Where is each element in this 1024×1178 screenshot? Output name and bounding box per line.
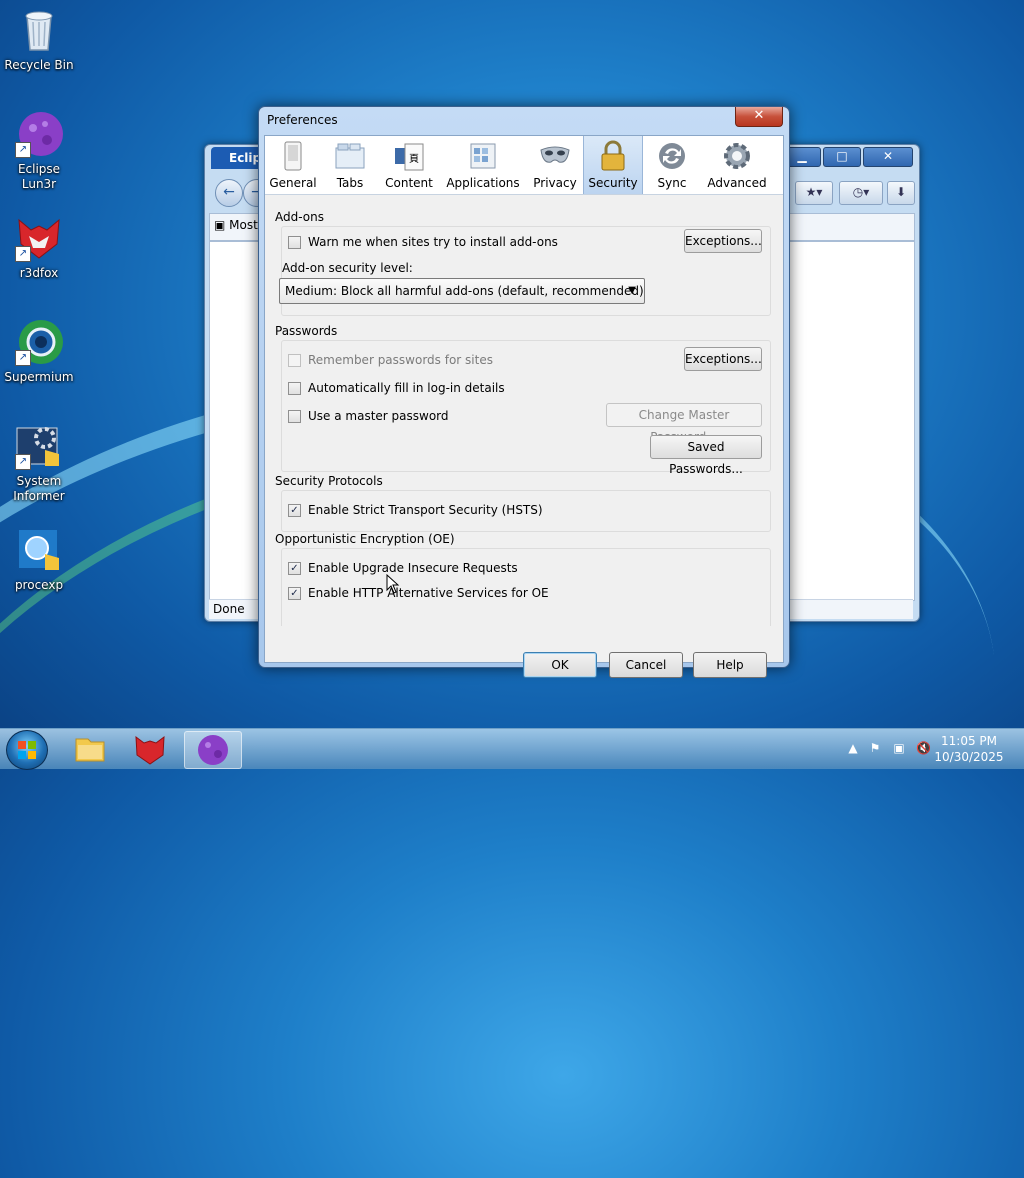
hsts-checkbox[interactable]: ✓ <box>288 503 301 517</box>
change-master-password-button[interactable]: Change Master Password... <box>606 403 762 444</box>
desktop-icon-r3dfox[interactable]: ↗ r3dfox <box>0 214 78 281</box>
desktop-icon-procexp[interactable]: procexp <box>0 526 78 593</box>
tab-advanced[interactable]: Advanced <box>701 136 773 194</box>
close-button[interactable]: ✕ <box>863 147 913 167</box>
browser-window-controls: ▁ □ ✕ <box>781 147 913 167</box>
content-icon: 頁 <box>393 140 425 172</box>
sync-icon <box>656 140 688 172</box>
desktop-icon-system-informer[interactable]: ↗ System Informer <box>0 422 78 504</box>
warn-addons-checkbox[interactable] <box>288 235 301 249</box>
procexp-icon <box>15 526 63 574</box>
addons-heading: Add-ons <box>275 210 324 224</box>
security-protocols-heading: Security Protocols <box>275 474 383 488</box>
supermium-icon: ↗ <box>15 318 63 366</box>
addons-exceptions-button[interactable]: Exceptions... <box>684 229 762 253</box>
http-alt-services-checkbox[interactable]: ✓ <box>288 586 301 600</box>
shortcut-arrow-icon: ↗ <box>15 350 31 366</box>
saved-passwords-button[interactable]: Saved Passwords... <box>650 435 762 476</box>
master-password-checkbox[interactable] <box>288 409 301 423</box>
svg-text:頁: 頁 <box>409 153 419 165</box>
upgrade-insecure-row[interactable]: ✓ Enable Upgrade Insecure Requests <box>288 561 518 575</box>
http-alt-services-row[interactable]: ✓ Enable HTTP Alternative Services for O… <box>288 586 549 600</box>
general-icon <box>277 140 309 172</box>
taskbar-r3dfox[interactable] <box>122 731 178 767</box>
download-arrow-icon[interactable]: ⬇ <box>887 181 915 205</box>
close-icon: ✕ <box>753 108 765 123</box>
desktop-icon-supermium[interactable]: ↗ Supermium <box>0 318 78 385</box>
tab-general[interactable]: General <box>265 136 321 194</box>
network-icon[interactable]: ▣ <box>892 741 906 755</box>
status-text: Done <box>213 602 245 616</box>
start-button[interactable] <box>6 730 48 770</box>
desktop-icon-recycle-bin[interactable]: Recycle Bin <box>0 6 78 73</box>
privacy-mask-icon <box>539 140 571 172</box>
ok-button[interactable]: OK <box>523 652 597 678</box>
dialog-close-button[interactable]: ✕ <box>735 107 783 127</box>
remember-passwords-checkbox[interactable] <box>288 353 301 367</box>
tab-tabs[interactable]: Tabs <box>321 136 379 194</box>
shortcut-arrow-icon: ↗ <box>15 142 31 158</box>
oe-heading: Opportunistic Encryption (OE) <box>275 532 455 546</box>
master-password-row[interactable]: Use a master password <box>288 409 449 423</box>
security-pane: Add-ons Warn me when sites try to instal… <box>275 206 773 626</box>
warn-addons-row[interactable]: Warn me when sites try to install add-on… <box>288 235 558 249</box>
show-hidden-icons-icon[interactable]: ▲ <box>846 741 860 755</box>
volume-muted-icon[interactable]: 🔇 <box>916 741 931 755</box>
back-arrow-icon[interactable]: ← <box>215 179 243 207</box>
help-button[interactable]: Help <box>693 652 767 678</box>
taskbar-eclipse-lun3r[interactable] <box>184 731 242 769</box>
shortcut-arrow-icon: ↗ <box>15 454 31 470</box>
advanced-gear-icon <box>721 140 753 172</box>
chevron-down-icon: ▼ <box>628 285 636 296</box>
security-protocols-group: ✓ Enable Strict Transport Security (HSTS… <box>281 490 771 532</box>
security-lock-icon <box>597 140 629 172</box>
r3dfox-icon <box>135 735 165 765</box>
clock-date: 10/30/2025 <box>934 750 1004 764</box>
addon-security-level-label: Add-on security level: <box>282 261 413 275</box>
tab-applications[interactable]: Applications <box>439 136 527 194</box>
tab-content[interactable]: 頁 Content <box>379 136 439 194</box>
recycle-bin-icon <box>15 6 63 54</box>
folder-icon <box>75 738 105 762</box>
applications-icon <box>467 140 499 172</box>
desktop-icon-eclipse-lun3r[interactable]: ↗ Eclipse Lun3r <box>0 110 78 192</box>
tab-security[interactable]: Security <box>583 136 643 194</box>
oe-group: ✓ Enable Upgrade Insecure Requests ✓ Ena… <box>281 548 771 626</box>
passwords-exceptions-button[interactable]: Exceptions... <box>684 347 762 371</box>
passwords-group: Remember passwords for sites Exceptions.… <box>281 340 771 476</box>
eclipse-moon-icon: ↗ <box>15 110 63 158</box>
shortcut-arrow-icon: ↗ <box>15 246 31 262</box>
eclipse-moon-icon <box>198 735 228 765</box>
autofill-checkbox[interactable] <box>288 381 301 395</box>
tab-sync[interactable]: Sync <box>643 136 701 194</box>
passwords-heading: Passwords <box>275 324 338 338</box>
page-icon: ▣ <box>214 218 226 232</box>
clock-time: 11:05 PM <box>941 734 997 748</box>
taskbar: ▲ ⚑ ▣ 🔇 11:05 PM 10/30/2025 <box>0 728 1024 770</box>
clock[interactable]: 11:05 PM 10/30/2025 <box>934 733 1004 765</box>
tabs-icon <box>334 140 366 172</box>
windows-logo-icon <box>18 741 36 759</box>
bookmark-star-icon[interactable]: ★▾ <box>795 181 833 205</box>
remember-passwords-row[interactable]: Remember passwords for sites <box>288 353 493 367</box>
taskbar-explorer[interactable] <box>62 731 118 767</box>
system-informer-icon: ↗ <box>15 422 63 470</box>
action-center-flag-icon[interactable]: ⚑ <box>868 741 882 755</box>
tab-privacy[interactable]: Privacy <box>527 136 583 194</box>
upgrade-insecure-checkbox[interactable]: ✓ <box>288 561 301 575</box>
mouse-cursor-icon <box>386 574 400 594</box>
preferences-dialog: Preferences ✕ General Tabs 頁 Content App… <box>258 106 790 678</box>
r3dfox-icon: ↗ <box>15 214 63 262</box>
preferences-toolbar: General Tabs 頁 Content Applications Priv… <box>265 136 783 195</box>
dialog-title: Preferences <box>267 113 338 127</box>
cancel-button[interactable]: Cancel <box>609 652 683 678</box>
maximize-button[interactable]: □ <box>823 147 861 167</box>
autofill-row[interactable]: Automatically fill in log-in details <box>288 381 505 395</box>
bookmark-item[interactable]: ▣ Most <box>214 218 258 232</box>
history-clock-icon[interactable]: ◷▾ <box>839 181 883 205</box>
hsts-row[interactable]: ✓ Enable Strict Transport Security (HSTS… <box>288 503 543 517</box>
dialog-body: General Tabs 頁 Content Applications Priv… <box>264 135 784 678</box>
addon-security-level-select[interactable]: Medium: Block all harmful add-ons (defau… <box>279 278 645 304</box>
